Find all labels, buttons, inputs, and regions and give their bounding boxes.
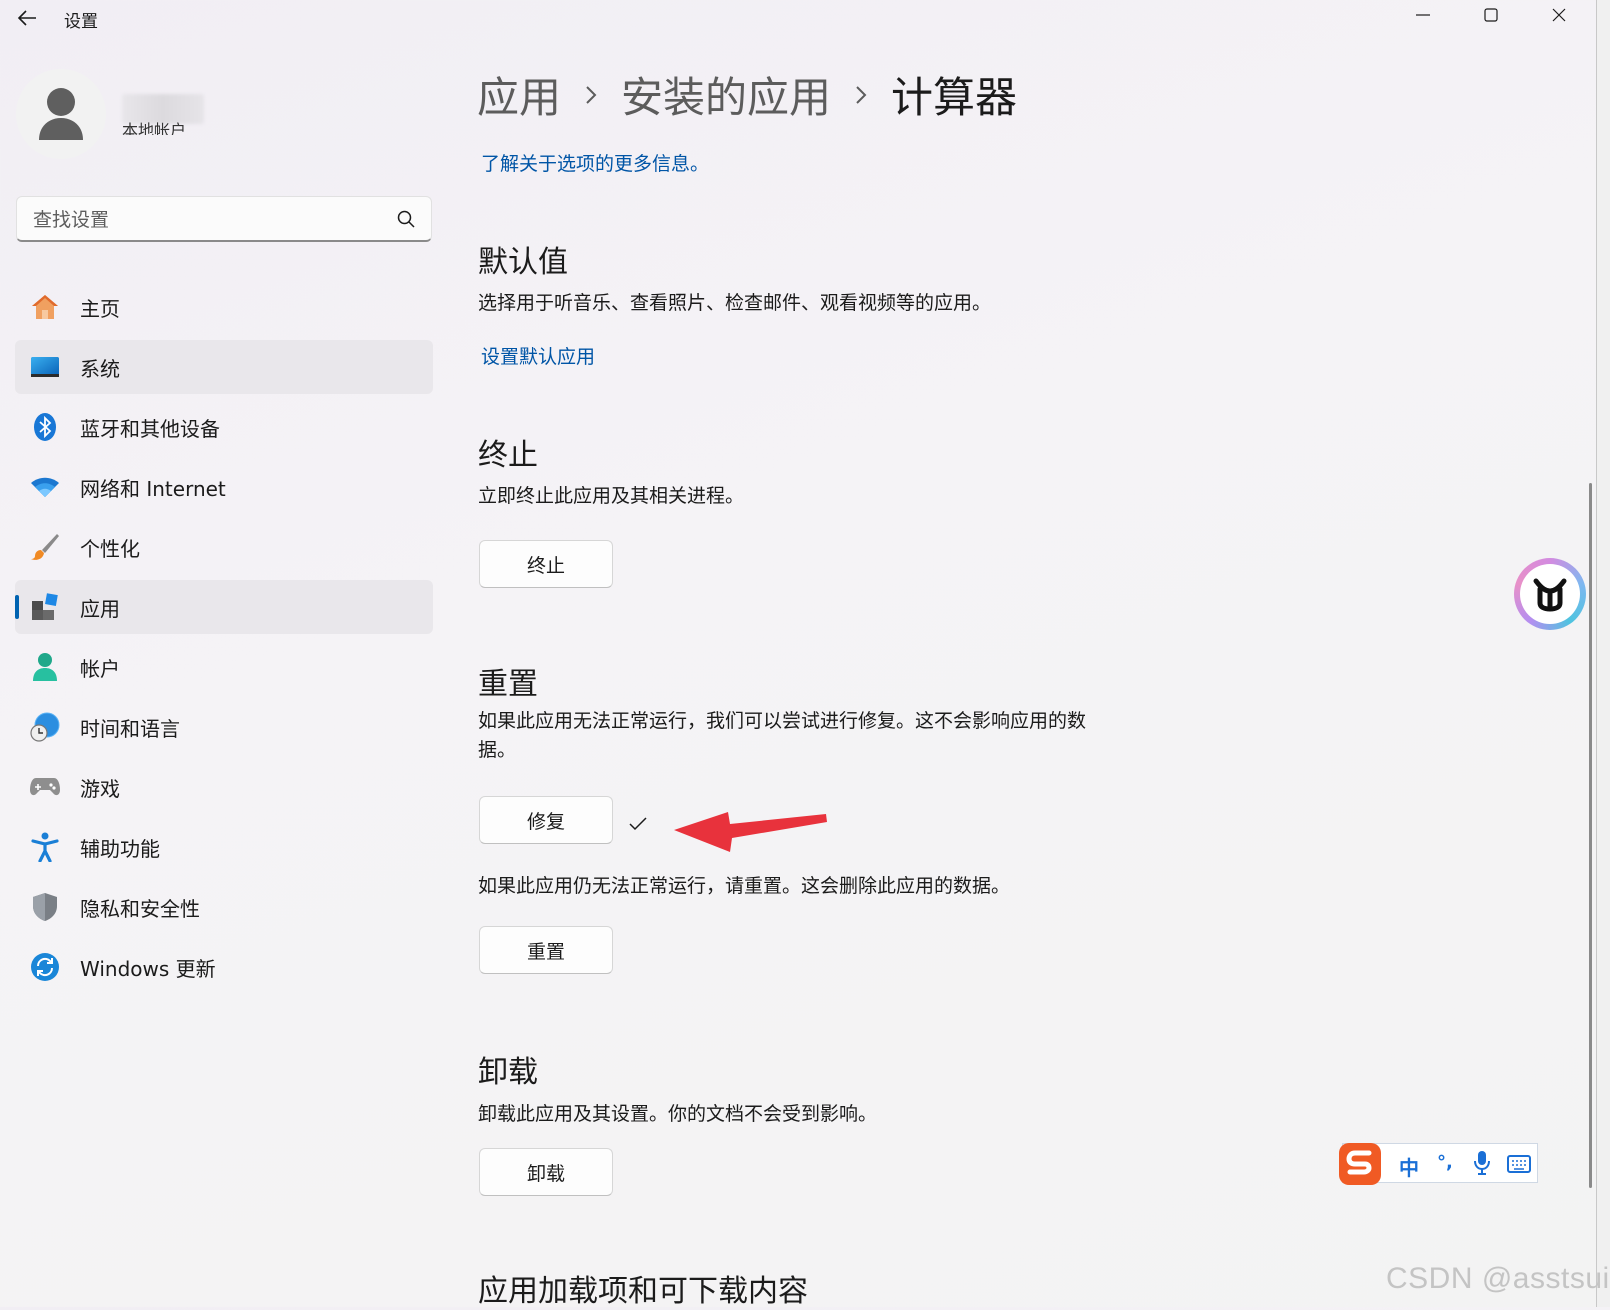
vertical-scrollbar[interactable] xyxy=(1589,483,1592,1188)
sidebar-nav: 主页 系统 蓝牙和其他设备 网络和 Internet 个性化 应用 帐户 时间和… xyxy=(15,280,433,1000)
account-icon xyxy=(29,651,61,683)
accessibility-icon xyxy=(29,831,61,863)
repair-button[interactable]: 修复 xyxy=(479,796,613,844)
sogou-logo-icon xyxy=(1339,1143,1381,1185)
minimize-icon xyxy=(1416,14,1430,16)
microphone-icon[interactable] xyxy=(1473,1150,1491,1181)
uninstall-description: 卸载此应用及其设置。你的文档不会受到影响。 xyxy=(478,1103,878,1125)
watermark: CSDN @asstsui xyxy=(1386,1262,1610,1295)
defaults-description: 选择用于听音乐、查看照片、检查邮件、观看视频等的应用。 xyxy=(478,292,992,314)
reset-data-description: 如果此应用仍无法正常运行，请重置。这会删除此应用的数据。 xyxy=(478,875,1011,897)
reset-description-line: 如果此应用无法正常运行，我们可以尝试进行修复。这不会影响应用的数 xyxy=(478,710,1087,732)
defaults-title: 默认值 xyxy=(478,245,568,280)
search-box[interactable] xyxy=(16,196,432,242)
sidebar-item-label: 辅助功能 xyxy=(80,836,160,861)
sidebar-item-privacy[interactable]: 隐私和安全性 xyxy=(15,880,433,934)
uninstall-button[interactable]: 卸载 xyxy=(479,1148,613,1196)
set-default-apps-link[interactable]: 设置默认应用 xyxy=(481,342,595,369)
sidebar-item-label: 隐私和安全性 xyxy=(80,896,200,921)
reset-description: 如果此应用无法正常运行，我们可以尝试进行修复。这不会影响应用的数 据。 xyxy=(478,707,1086,765)
reset-description-line: 据。 xyxy=(478,739,517,761)
sidebar-item-personalization[interactable]: 个性化 xyxy=(15,520,433,574)
home-icon xyxy=(29,291,61,323)
brush-icon xyxy=(29,531,61,563)
avatar[interactable] xyxy=(16,69,106,159)
wifi-icon xyxy=(29,471,61,503)
minimize-button[interactable] xyxy=(1400,0,1446,30)
update-icon xyxy=(29,951,61,983)
maximize-icon xyxy=(1484,8,1498,22)
back-arrow-icon xyxy=(17,10,36,26)
sidebar-item-label: 应用 xyxy=(80,596,120,621)
window-edge xyxy=(1596,0,1610,1307)
reset-title: 重置 xyxy=(478,667,538,702)
back-button[interactable] xyxy=(10,2,44,34)
sidebar-item-gaming[interactable]: 游戏 xyxy=(15,760,433,814)
floating-assistant-button[interactable] xyxy=(1514,558,1586,630)
title-bar: 设置 xyxy=(0,0,1596,36)
search-input[interactable] xyxy=(31,205,375,235)
sidebar-item-windows-update[interactable]: Windows 更新 xyxy=(15,940,433,994)
assistant-logo-icon xyxy=(1533,578,1567,612)
breadcrumb: 应用 安装的应用 计算器 xyxy=(477,64,1017,125)
sidebar-item-label: 主页 xyxy=(80,296,120,321)
sidebar-item-accounts[interactable]: 帐户 xyxy=(15,640,433,694)
sidebar-item-label: 网络和 Internet xyxy=(80,476,226,501)
sidebar-item-label: 蓝牙和其他设备 xyxy=(80,416,220,441)
breadcrumb-current-page: 计算器 xyxy=(891,73,1018,122)
sidebar-item-network[interactable]: 网络和 Internet xyxy=(15,460,433,514)
gamepad-icon xyxy=(29,771,61,803)
sidebar-item-label: 个性化 xyxy=(80,536,140,561)
learn-more-link[interactable]: 了解关于选项的更多信息。 xyxy=(481,149,709,176)
selection-indicator xyxy=(15,595,19,619)
chevron-right-icon xyxy=(585,85,597,105)
time-language-icon xyxy=(29,711,61,743)
terminate-description: 立即终止此应用及其相关进程。 xyxy=(478,485,745,507)
terminate-button[interactable]: 终止 xyxy=(479,540,613,588)
bluetooth-icon xyxy=(29,411,61,443)
close-button[interactable] xyxy=(1536,0,1582,30)
maximize-button[interactable] xyxy=(1468,0,1514,30)
sidebar-item-bluetooth[interactable]: 蓝牙和其他设备 xyxy=(15,400,433,454)
sidebar-item-time-language[interactable]: 时间和语言 xyxy=(15,700,433,754)
check-icon xyxy=(629,817,647,831)
apps-icon xyxy=(29,591,61,623)
reset-button[interactable]: 重置 xyxy=(479,926,613,974)
uninstall-title: 卸载 xyxy=(478,1055,538,1090)
ime-toolbar[interactable]: 中 °, xyxy=(1339,1143,1538,1185)
chevron-right-icon xyxy=(855,85,867,105)
breadcrumb-installed-apps[interactable]: 安装的应用 xyxy=(621,64,831,125)
terminate-title: 终止 xyxy=(478,438,538,473)
search-icon xyxy=(397,210,415,228)
ime-punctuation-toggle[interactable]: °, xyxy=(1437,1152,1453,1173)
sidebar-item-home[interactable]: 主页 xyxy=(15,280,433,334)
account-type: 本地帐户 xyxy=(122,121,187,135)
annotation-arrow-icon xyxy=(674,812,827,852)
window-title: 设置 xyxy=(64,12,98,32)
sidebar-item-apps[interactable]: 应用 xyxy=(15,580,433,634)
keyboard-icon[interactable] xyxy=(1507,1154,1531,1178)
ime-mode-toggle[interactable]: 中 xyxy=(1399,1152,1419,1181)
addons-title: 应用加载项和可下载内容 xyxy=(478,1274,808,1309)
sidebar-item-label: Windows 更新 xyxy=(80,956,216,981)
shield-icon xyxy=(29,891,61,923)
sidebar-item-system[interactable]: 系统 xyxy=(15,340,433,394)
sidebar-item-accessibility[interactable]: 辅助功能 xyxy=(15,820,433,874)
sidebar-item-label: 帐户 xyxy=(80,656,120,681)
user-avatar-icon xyxy=(39,88,83,140)
sidebar-item-label: 游戏 xyxy=(80,776,120,801)
system-icon xyxy=(29,351,61,383)
sidebar-item-label: 时间和语言 xyxy=(80,716,180,741)
sidebar-item-label: 系统 xyxy=(80,356,120,381)
close-icon xyxy=(1552,8,1566,22)
breadcrumb-apps[interactable]: 应用 xyxy=(477,64,561,125)
